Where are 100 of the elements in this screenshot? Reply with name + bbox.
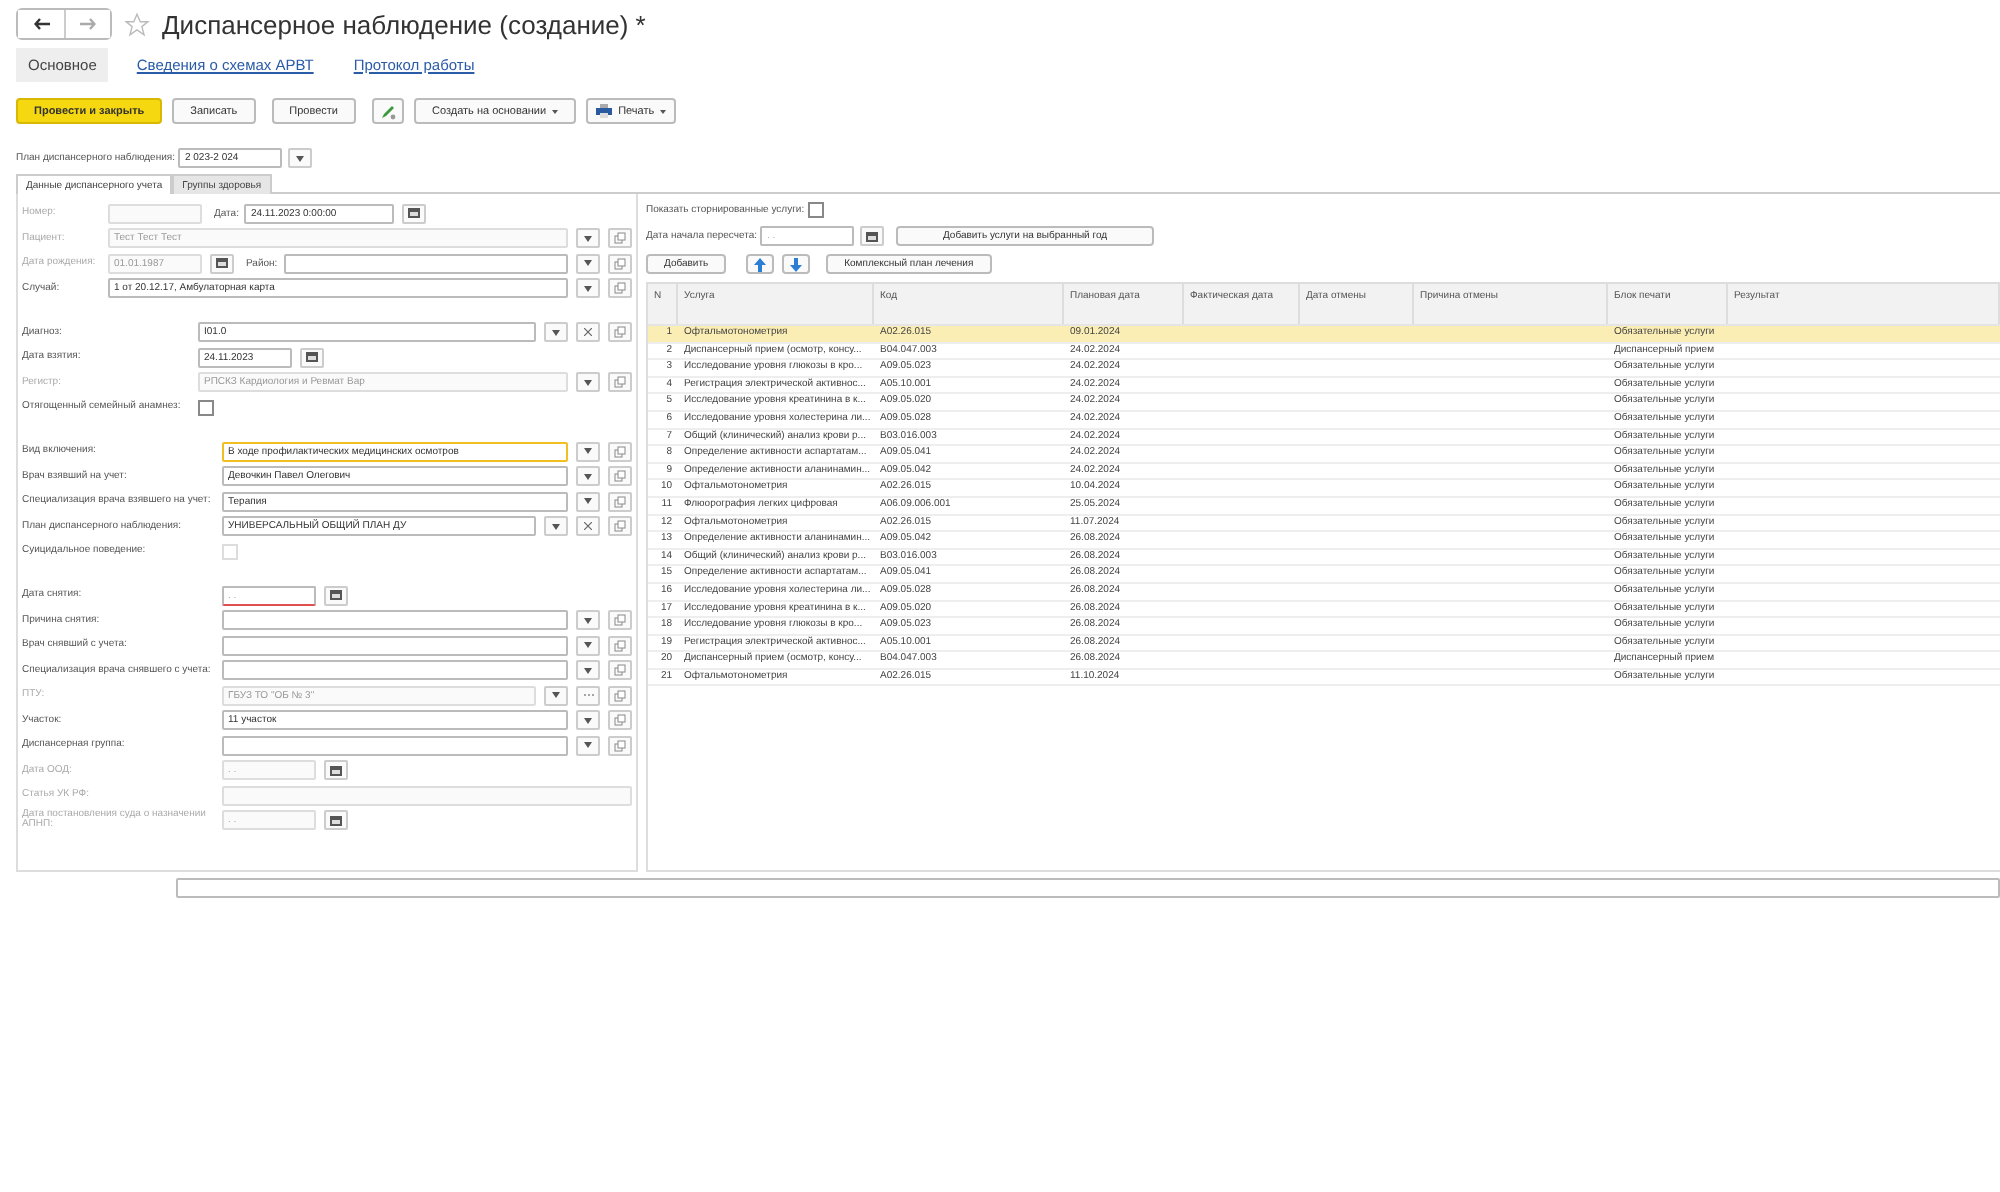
select-field[interactable] [222,635,568,655]
open-window-icon [614,639,626,651]
open-button[interactable] [608,635,632,655]
dropdown-button[interactable] [544,685,568,705]
dropdown-icon [552,692,560,698]
open-window-icon [614,445,626,457]
open-window-icon [614,689,626,701]
input-field[interactable] [222,785,632,805]
open-button[interactable] [608,322,632,342]
calendar-button[interactable] [324,760,348,780]
star-icon[interactable] [124,11,150,37]
calendar-button[interactable] [402,203,427,223]
dropdown-icon [584,742,592,748]
open-button[interactable] [608,228,632,248]
open-window-icon [614,495,626,507]
select-field[interactable] [222,660,568,680]
pencil-icon [380,103,397,119]
open-window-icon [614,520,626,532]
open-window-icon [614,739,626,751]
dropdown-button[interactable] [544,516,568,536]
open-window-icon [614,376,626,388]
open-button[interactable] [608,685,632,705]
close-icon [584,328,592,336]
caret-icon [552,109,559,113]
calendar-icon [866,231,879,241]
dropdown-button[interactable] [576,710,600,730]
calendar-icon [330,590,342,600]
back-arrow-icon [33,18,49,30]
input-field[interactable] [176,878,2000,898]
dropdown-icon [584,473,592,479]
forward-arrow-icon [80,18,96,30]
dropdown-icon [584,260,592,266]
calendar-button[interactable] [210,253,234,273]
open-button[interactable] [608,660,632,680]
dropdown-button[interactable] [576,735,600,755]
open-window-icon [614,232,626,244]
dropdown-button[interactable] [576,466,600,486]
clear-button[interactable] [576,322,600,342]
clear-button[interactable] [576,516,600,536]
arrow-up-icon [754,257,767,271]
dropdown-icon [584,285,592,291]
dropdown-icon [584,617,592,623]
dropdown-button[interactable] [576,660,600,680]
dropdown-button[interactable] [576,610,600,630]
dropdown-icon [584,448,592,454]
open-window-icon [614,257,626,269]
move-down-button[interactable] [782,254,811,274]
input-field[interactable] [108,203,202,223]
dropdown-icon [552,329,560,335]
open-window-icon [614,614,626,626]
open-button[interactable] [608,441,632,461]
close-icon [584,522,592,530]
calendar-icon [408,208,421,218]
open-button[interactable] [608,253,632,273]
select-field[interactable] [222,610,568,630]
dropdown-icon [584,235,592,241]
caret-icon [660,109,667,113]
dropdown-button[interactable] [576,372,600,392]
calendar-button[interactable] [324,585,348,605]
checkbox[interactable] [198,399,214,415]
dropdown-icon [584,498,592,504]
open-button[interactable] [608,735,632,755]
checkbox[interactable] [808,202,825,218]
select-field[interactable] [222,735,568,755]
open-window-icon [614,470,626,482]
dropdown-icon [584,667,592,673]
move-up-button[interactable] [746,254,775,274]
dropdown-button[interactable] [576,441,600,461]
calendar-icon [216,258,228,268]
dropdown-icon [584,379,592,385]
open-button[interactable] [608,710,632,730]
calendar-button[interactable] [300,347,324,367]
dropdown-button[interactable] [576,253,600,273]
edit-button[interactable] [372,98,405,124]
calendar-icon [330,815,342,825]
open-window-icon [614,326,626,338]
calendar-button[interactable] [324,810,348,830]
dropdown-icon [296,155,305,161]
open-button[interactable] [608,372,632,392]
dropdown-button[interactable] [576,278,600,298]
dropdown-button[interactable] [576,228,600,248]
arrow-down-icon [790,257,803,271]
open-button[interactable] [608,610,632,630]
open-window-icon [614,714,626,726]
open-window-icon [614,664,626,676]
open-button[interactable] [608,491,632,511]
calendar-icon [330,765,342,775]
dropdown-button[interactable] [288,148,313,168]
dropdown-icon [552,523,560,529]
dropdown-button[interactable] [576,491,600,511]
calendar-button[interactable] [860,226,885,246]
select-field[interactable] [283,253,568,273]
dropdown-button[interactable] [576,635,600,655]
open-button[interactable] [608,466,632,486]
open-window-icon [614,282,626,294]
dropdown-icon [584,642,592,648]
dropdown-button[interactable] [544,322,568,342]
open-button[interactable] [608,278,632,298]
printer-icon [596,104,613,118]
open-button[interactable] [608,516,632,536]
